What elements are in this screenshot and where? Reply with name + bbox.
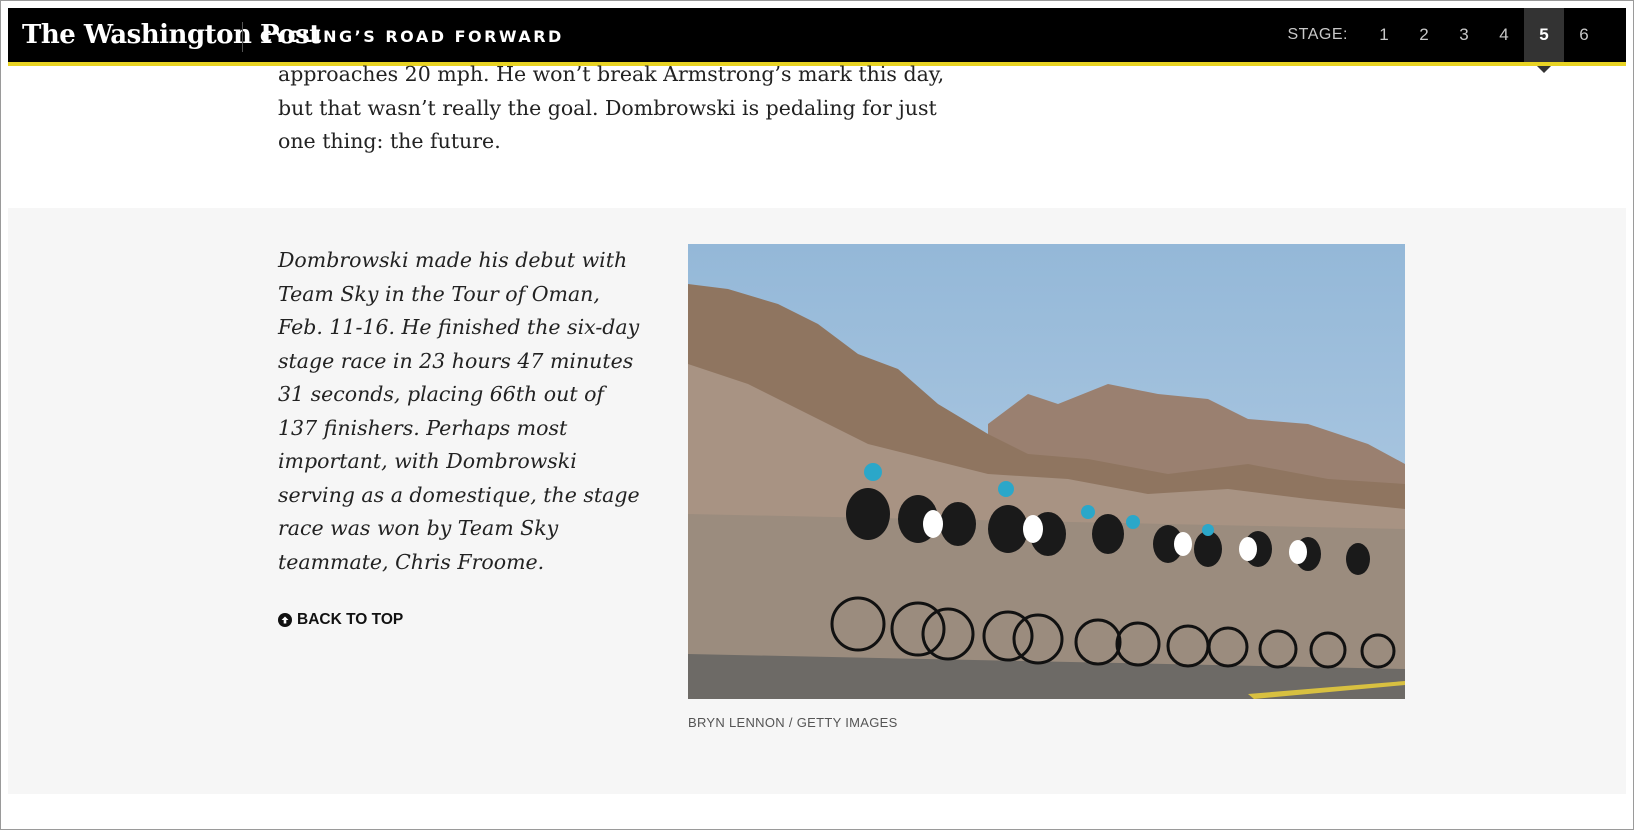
intro-paragraph: approaches 20 mph. He won’t break Armstr… (278, 62, 945, 153)
series-title[interactable]: CYCLING’S ROAD FORWARD (260, 27, 564, 46)
header-divider (242, 22, 243, 52)
arrow-up-circle-icon (278, 613, 292, 627)
stage-1-button[interactable]: 1 (1364, 8, 1404, 62)
stage-5-button[interactable]: 5 (1524, 8, 1564, 73)
stage-2-button[interactable]: 2 (1404, 8, 1444, 62)
peloton-photo (688, 244, 1405, 699)
stage-6-button[interactable]: 6 (1564, 8, 1604, 62)
sidebar-caption-text: Dombrowski made his debut with Team Sky … (278, 248, 640, 574)
stage-4-button[interactable]: 4 (1484, 8, 1524, 62)
stage-3-button[interactable]: 3 (1444, 8, 1484, 62)
photo-credit: BRYN LENNON / GETTY IMAGES (688, 715, 898, 730)
back-to-top-link[interactable]: BACK TO TOP (278, 611, 403, 629)
stage-label: STAGE: (1287, 26, 1348, 43)
back-to-top-label: BACK TO TOP (297, 611, 404, 628)
sidebar-section: Dombrowski made his debut with Team Sky … (8, 208, 1626, 794)
stage-navigation: STAGE: 1 2 3 4 5 6 (1287, 8, 1605, 73)
